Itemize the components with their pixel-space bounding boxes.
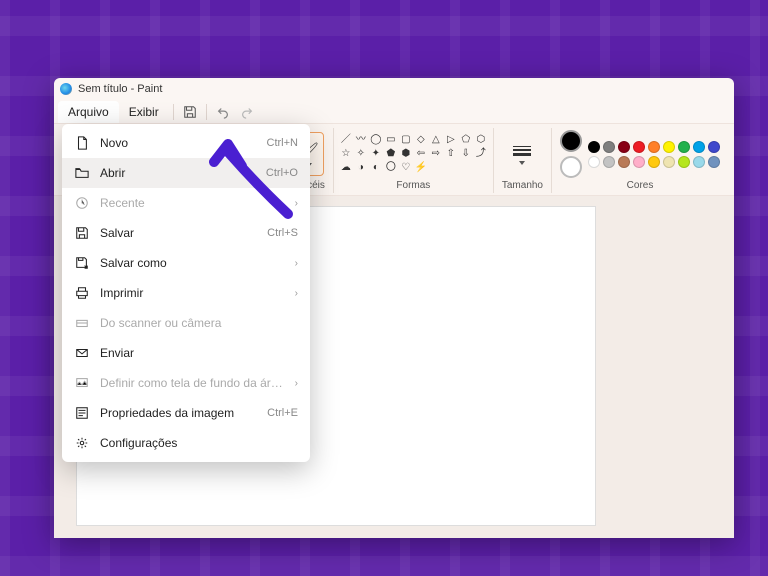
- window-title: Sem título - Paint: [78, 83, 162, 95]
- color-swatch[interactable]: [648, 156, 660, 168]
- chevron-down-icon: [519, 161, 525, 165]
- chevron-right-icon: ›: [295, 198, 298, 209]
- ribbon-group-shapes: ／〰◯▭▢◇△▷⬠⬡ ☆✧✦⬟⬢⇦⇨⇧⇩⤴ ☁◑◐〇♡⚡ Formas: [334, 128, 494, 193]
- ribbon-label-shapes: Formas: [396, 180, 430, 193]
- menu-item-label: Do scanner ou câmera: [100, 316, 298, 330]
- menu-item-do-scanner-ou-c-mera: Do scanner ou câmera: [62, 308, 310, 338]
- gear-icon: [74, 435, 90, 451]
- color-swatch[interactable]: [603, 141, 615, 153]
- color-swatch[interactable]: [618, 141, 630, 153]
- app-icon: [60, 83, 72, 95]
- menu-item-label: Imprimir: [100, 286, 285, 300]
- color-swatch[interactable]: [693, 156, 705, 168]
- color-palette[interactable]: [588, 141, 720, 168]
- color-swatch[interactable]: [648, 141, 660, 153]
- ribbon-group-size: Tamanho: [494, 128, 552, 193]
- color-swatch[interactable]: [588, 141, 600, 153]
- menu-item-label: Recente: [100, 196, 285, 210]
- chevron-right-icon: ›: [295, 378, 298, 389]
- color-secondary[interactable]: [560, 156, 582, 178]
- menu-item-shortcut: Ctrl+N: [267, 137, 298, 149]
- menu-item-novo[interactable]: Novo Ctrl+N: [62, 128, 310, 158]
- color-swatch[interactable]: [633, 141, 645, 153]
- color-swatch[interactable]: [708, 141, 720, 153]
- menu-item-recente: Recente ›: [62, 188, 310, 218]
- color-swatch[interactable]: [663, 141, 675, 153]
- print-icon: [74, 285, 90, 301]
- chevron-right-icon: ›: [295, 288, 298, 299]
- chevron-right-icon: ›: [295, 258, 298, 269]
- save-icon: [74, 225, 90, 241]
- redo-button[interactable]: [235, 102, 259, 122]
- menu-item-label: Configurações: [100, 436, 298, 450]
- ribbon-label-colors: Cores: [627, 180, 654, 193]
- menu-item-shortcut: Ctrl+E: [267, 407, 298, 419]
- size-icon: [513, 144, 531, 158]
- save-button[interactable]: [178, 102, 202, 122]
- wallpaper-icon: [74, 375, 90, 391]
- menu-separator: [206, 104, 207, 120]
- send-icon: [74, 345, 90, 361]
- undo-button[interactable]: [211, 102, 235, 122]
- color-swatch[interactable]: [708, 156, 720, 168]
- color-swatch[interactable]: [663, 156, 675, 168]
- properties-icon: [74, 405, 90, 421]
- color-swatch[interactable]: [618, 156, 630, 168]
- menu-item-label: Definir como tela de fundo da área de tr…: [100, 376, 285, 390]
- menu-item-label: Enviar: [100, 346, 298, 360]
- color-swatch[interactable]: [633, 156, 645, 168]
- scanner-icon: [74, 315, 90, 331]
- menu-item-label: Salvar como: [100, 256, 285, 270]
- color-primary[interactable]: [560, 130, 582, 152]
- color-swatch[interactable]: [603, 156, 615, 168]
- menu-item-shortcut: Ctrl+O: [266, 167, 298, 179]
- save-as-icon: [74, 255, 90, 271]
- menu-item-definir-como-tela-de-fundo-da-rea-de-trabalho: Definir como tela de fundo da área de tr…: [62, 368, 310, 398]
- menu-item-label: Salvar: [100, 226, 257, 240]
- menu-item-shortcut: Ctrl+S: [267, 227, 298, 239]
- undo-icon: [216, 105, 230, 119]
- menu-item-enviar[interactable]: Enviar: [62, 338, 310, 368]
- menu-item-configura-es[interactable]: Configurações: [62, 428, 310, 458]
- menu-item-label: Propriedades da imagem: [100, 406, 257, 420]
- menu-separator: [173, 104, 174, 120]
- menu-item-propriedades-da-imagem[interactable]: Propriedades da imagem Ctrl+E: [62, 398, 310, 428]
- color-swatch[interactable]: [588, 156, 600, 168]
- titlebar: Sem título - Paint: [54, 78, 734, 100]
- menu-item-label: Abrir: [100, 166, 256, 180]
- color-swatch[interactable]: [678, 156, 690, 168]
- clock-icon: [74, 195, 90, 211]
- shapes-gallery[interactable]: ／〰◯▭▢◇△▷⬠⬡ ☆✧✦⬟⬢⇦⇨⇧⇩⤴ ☁◑◐〇♡⚡: [340, 134, 487, 174]
- menu-item-imprimir[interactable]: Imprimir ›: [62, 278, 310, 308]
- redo-icon: [240, 105, 254, 119]
- menubar: Arquivo Exibir: [54, 100, 734, 124]
- color-swatch[interactable]: [678, 141, 690, 153]
- file-menu-dropdown: Novo Ctrl+N Abrir Ctrl+O Recente › Salvar Ctrl+…: [62, 124, 310, 462]
- menu-item-salvar-como[interactable]: Salvar como ›: [62, 248, 310, 278]
- menu-view[interactable]: Exibir: [119, 101, 169, 123]
- menu-file[interactable]: Arquivo: [58, 101, 119, 123]
- ribbon-label-size: Tamanho: [502, 180, 543, 193]
- save-icon: [183, 105, 197, 119]
- size-dropdown[interactable]: [508, 140, 536, 168]
- color-swatch[interactable]: [693, 141, 705, 153]
- menu-item-label: Novo: [100, 136, 257, 150]
- menu-item-abrir[interactable]: Abrir Ctrl+O: [62, 158, 310, 188]
- folder-open-icon: [74, 165, 90, 181]
- menu-item-salvar[interactable]: Salvar Ctrl+S: [62, 218, 310, 248]
- ribbon-group-colors: Cores: [552, 128, 728, 193]
- file-icon: [74, 135, 90, 151]
